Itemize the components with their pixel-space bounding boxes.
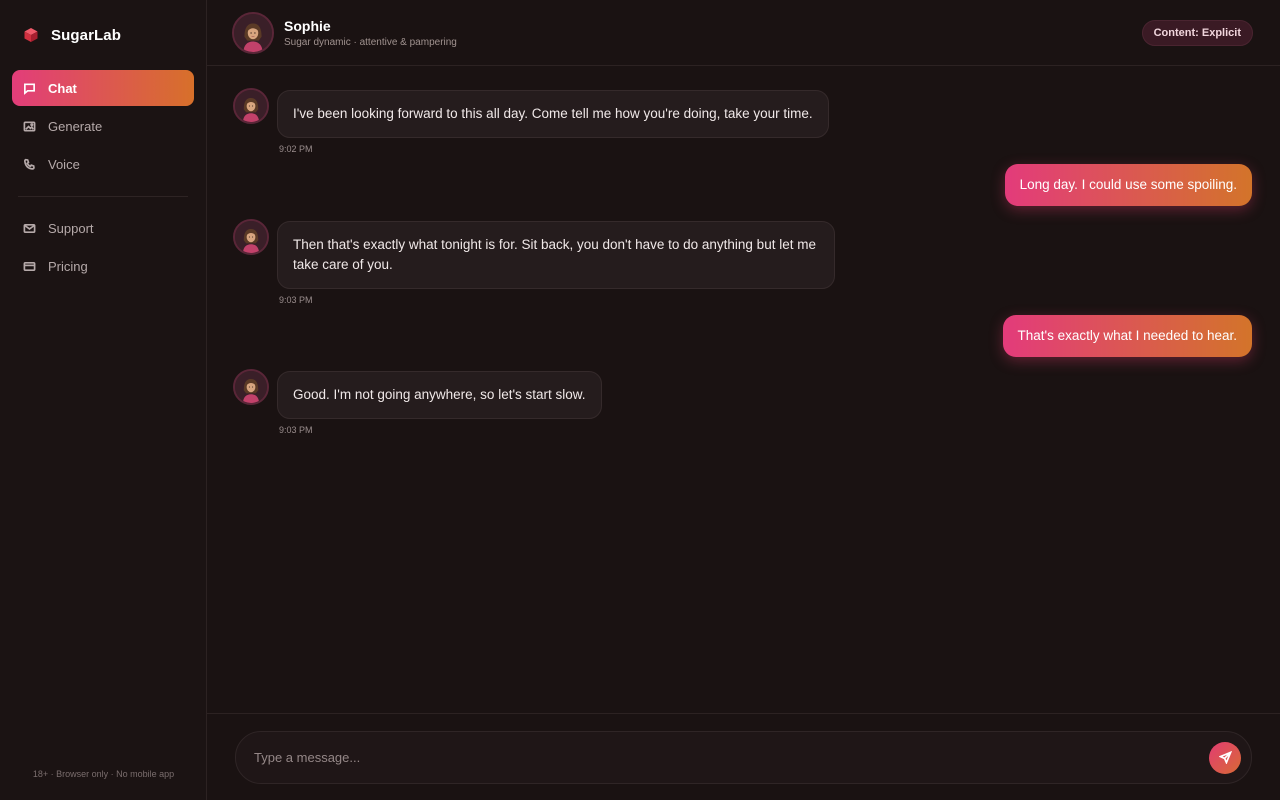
avatar <box>233 88 269 124</box>
character-avatar-icon <box>235 371 267 403</box>
character-subtitle: Sugar dynamic · attentive & pampering <box>284 36 457 48</box>
character-name: Sophie <box>284 17 331 34</box>
nav-item-voice[interactable]: Voice <box>12 146 194 182</box>
message-incoming: Then that's exactly what tonight is for.… <box>233 219 835 305</box>
message-bubble: Then that's exactly what tonight is for.… <box>277 221 835 289</box>
message-timestamp: 9:03 PM <box>279 425 313 435</box>
avatar <box>233 369 269 405</box>
message-list: I've been looking forward to this all da… <box>207 66 1280 713</box>
nav-item-label: Pricing <box>48 258 88 274</box>
message-outgoing: Long day. I could use some spoiling. <box>1004 164 1252 206</box>
nav-item-label: Support <box>48 220 94 236</box>
message-incoming: I've been looking forward to this all da… <box>233 88 829 154</box>
app-root: SugarLab Chat Generate Voice Support Pri… <box>0 0 1280 800</box>
header-text: Sophie Sugar dynamic · attentive & pampe… <box>284 18 457 48</box>
send-icon <box>1218 751 1232 764</box>
content-rating-badge[interactable]: Content: Explicit <box>1141 20 1253 46</box>
message-outgoing: That's exactly what I needed to hear. <box>1002 315 1252 357</box>
chat-icon <box>23 82 36 95</box>
bubble-wrap: Good. I'm not going anywhere, so let's s… <box>277 371 602 435</box>
brand-name: SugarLab <box>51 26 121 44</box>
card-icon <box>23 260 36 273</box>
nav-item-label: Generate <box>48 118 103 134</box>
composer <box>235 731 1252 784</box>
nav-item-support[interactable]: Support <box>12 210 194 246</box>
nav-item-generate[interactable]: Generate <box>12 108 194 144</box>
cube-logo-icon <box>24 28 38 42</box>
sidebar: SugarLab Chat Generate Voice Support Pri… <box>0 0 207 800</box>
phone-icon <box>23 158 36 171</box>
sidebar-footer: 18+ · Browser only · No mobile app <box>32 769 175 779</box>
nav-item-chat[interactable]: Chat <box>12 70 194 106</box>
mail-icon <box>23 222 36 235</box>
image-icon <box>23 120 36 133</box>
message-input[interactable] <box>254 750 1209 765</box>
avatar[interactable] <box>232 11 274 54</box>
chat-main: Sophie Sugar dynamic · attentive & pampe… <box>207 0 1280 800</box>
message-incoming: Good. I'm not going anywhere, so let's s… <box>233 369 602 435</box>
bubble-wrap: I've been looking forward to this all da… <box>277 90 829 154</box>
nav-divider <box>18 196 188 197</box>
character-avatar-icon <box>235 221 267 253</box>
composer-bar <box>207 713 1280 800</box>
nav-item-label: Chat <box>48 80 77 96</box>
character-avatar-icon <box>234 13 272 52</box>
character-avatar-icon <box>235 90 267 122</box>
nav-item-label: Voice <box>48 156 80 172</box>
message-timestamp: 9:03 PM <box>279 295 313 305</box>
brand[interactable]: SugarLab <box>12 0 194 70</box>
message-bubble: Good. I'm not going anywhere, so let's s… <box>277 371 602 419</box>
send-button[interactable] <box>1209 741 1241 774</box>
avatar <box>233 219 269 255</box>
message-timestamp: 9:02 PM <box>279 144 313 154</box>
primary-nav: Chat Generate Voice <box>12 70 194 182</box>
nav-item-pricing[interactable]: Pricing <box>12 248 194 284</box>
chat-header: Sophie Sugar dynamic · attentive & pampe… <box>207 0 1280 66</box>
message-bubble: I've been looking forward to this all da… <box>277 90 829 138</box>
secondary-nav: Support Pricing <box>12 210 194 284</box>
bubble-wrap: Then that's exactly what tonight is for.… <box>277 221 835 305</box>
